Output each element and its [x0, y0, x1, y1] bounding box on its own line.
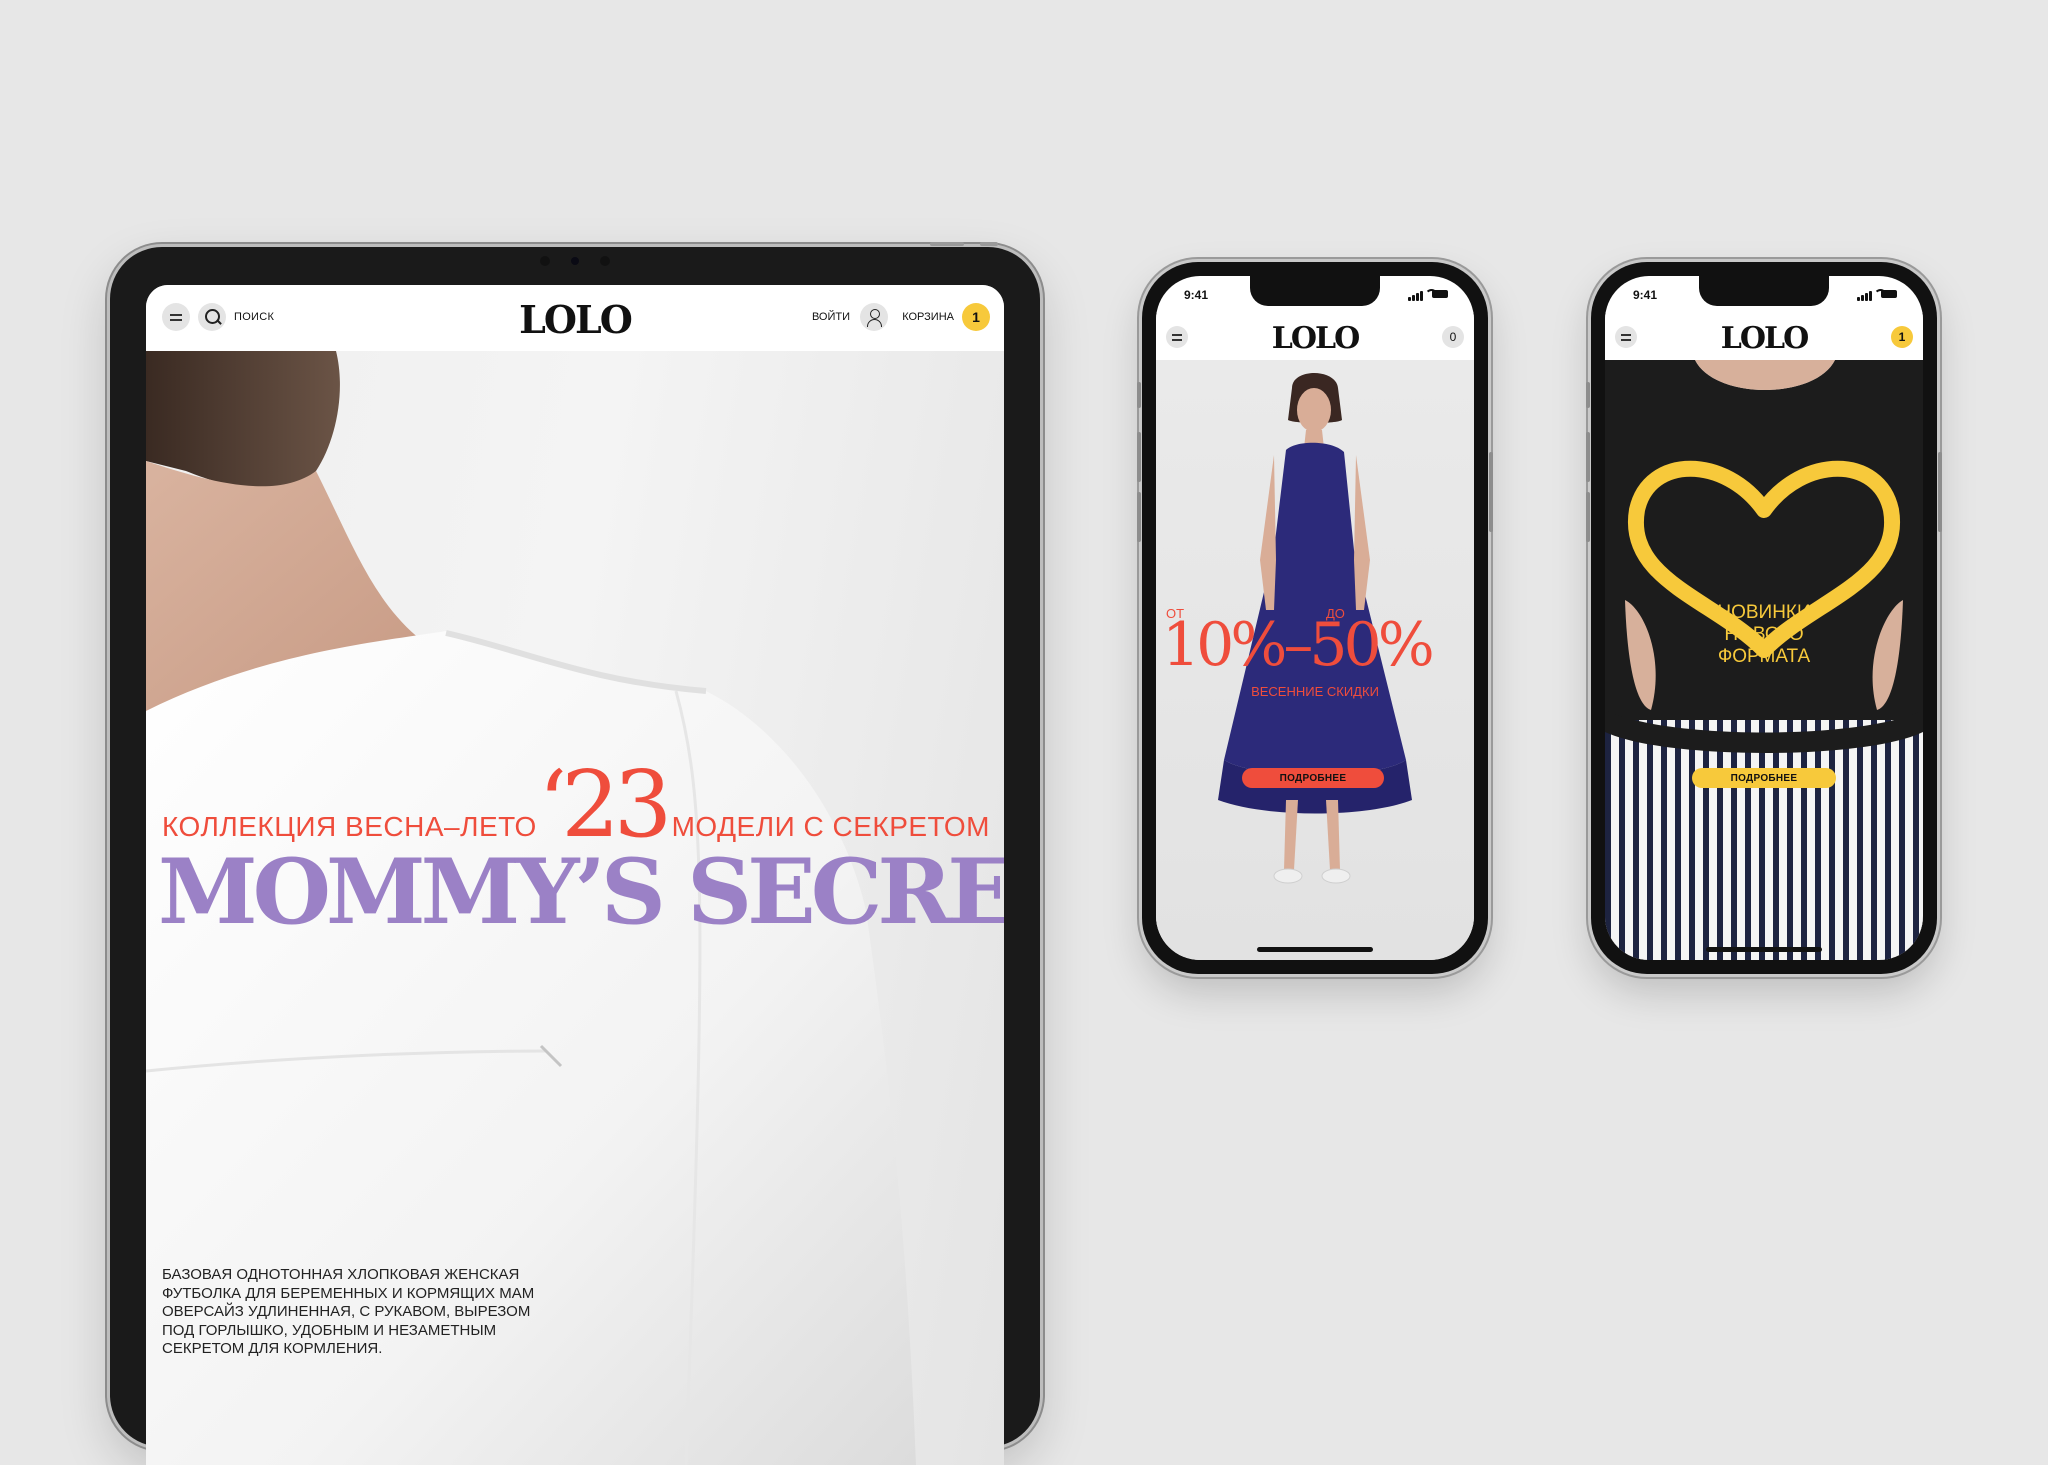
camera-icon: [571, 257, 579, 265]
tablet-header: ПОИСК LOLO ВОЙТИ КОРЗИНА 1: [146, 285, 1004, 351]
logo[interactable]: LOLO: [1605, 321, 1923, 356]
spring-sale-label: ВЕСЕННИЕ СКИДКИ: [1251, 684, 1379, 699]
status-icons: [1857, 289, 1897, 301]
cart-count-badge[interactable]: 1: [962, 303, 990, 331]
tablet-volume-button: [980, 242, 998, 246]
status-time: 9:41: [1633, 288, 1658, 302]
login-link[interactable]: ВОЙТИ: [812, 311, 850, 323]
user-icon[interactable]: [860, 303, 888, 331]
phone-volume-up: [1137, 432, 1141, 482]
phone-volume-up: [1586, 432, 1590, 482]
phone-volume-down: [1586, 492, 1590, 542]
details-button[interactable]: ПОДРОБНЕЕ: [1692, 768, 1836, 788]
battery-icon: [1432, 290, 1448, 298]
collection-title: MOMMY’S SECRET: [158, 839, 1004, 945]
phone-sale-device: 9:41 LOLO 0 ОТ ДО 10%–50% ВЕСЕННИЕ СКИДК…: [1137, 262, 1493, 974]
new-arrivals-banner[interactable]: НОВИНКИ НОВОГО ФОРМАТА ПОДРОБНЕЕ: [1605, 360, 1923, 960]
cart-count-badge[interactable]: 1: [1891, 326, 1913, 348]
phone-header: LOLO 0: [1156, 312, 1474, 360]
notch: [1250, 276, 1380, 306]
signal-icon: [1861, 295, 1864, 301]
status-icons: [1408, 289, 1448, 301]
phone-new-device: 9:41 LOLO 1 НОВИНКИ НОВОГО ФОРМАТА ПОДРО…: [1586, 262, 1942, 974]
battery-icon: [1881, 290, 1897, 298]
discount-range: 10%–50%: [1162, 610, 1435, 680]
signal-icon: [1420, 291, 1423, 301]
heading-line: ФОРМАТА: [1717, 646, 1811, 667]
phone-new-screen: 9:41 LOLO 1 НОВИНКИ НОВОГО ФОРМАТА ПОДРО…: [1605, 276, 1923, 960]
product-description: БАЗОВАЯ ОДНОТОННАЯ ХЛОПКОВАЯ ЖЕНСКАЯ ФУТ…: [162, 1266, 535, 1357]
phone-volume-down: [1137, 492, 1141, 542]
signal-icon: [1857, 297, 1860, 301]
phone-sale-screen: 9:41 LOLO 0 ОТ ДО 10%–50% ВЕСЕННИЕ СКИДК…: [1156, 276, 1474, 960]
phone-side-button: [1938, 452, 1942, 532]
heading-line: НОВИНКИ: [1717, 602, 1811, 623]
notch: [1699, 276, 1829, 306]
tablet-device: ПОИСК LOLO ВОЙТИ КОРЗИНА 1 КОЛЛЕКЦИЯ ВЕС…: [110, 242, 1040, 1465]
heading-line: НОВОГО: [1724, 624, 1804, 645]
logo[interactable]: LOLO: [1156, 321, 1474, 356]
phone-silent-switch: [1137, 382, 1141, 408]
signal-icon: [1865, 293, 1868, 301]
signal-icon: [1416, 293, 1419, 301]
sale-banner[interactable]: ОТ ДО 10%–50% ВЕСЕННИЕ СКИДКИ ПОДРОБНЕЕ: [1156, 360, 1474, 960]
tablet-screen: ПОИСК LOLO ВОЙТИ КОРЗИНА 1 КОЛЛЕКЦИЯ ВЕС…: [146, 285, 1004, 1465]
home-indicator[interactable]: [1257, 947, 1373, 952]
details-button[interactable]: ПОДРОБНЕЕ: [1242, 768, 1384, 788]
hero-banner[interactable]: КОЛЛЕКЦИЯ ВЕСНА–ЛЕТО ‘23 МОДЕЛИ С СЕКРЕТ…: [146, 351, 1004, 1465]
signal-icon: [1408, 297, 1411, 301]
signal-icon: [1869, 291, 1872, 301]
signal-icon: [1412, 295, 1415, 301]
tablet-power-button: [930, 242, 964, 246]
cart-link[interactable]: КОРЗИНА: [902, 311, 954, 323]
phone-silent-switch: [1586, 382, 1590, 408]
phone-header: LOLO 1: [1605, 312, 1923, 360]
status-time: 9:41: [1184, 288, 1209, 302]
cart-count-badge[interactable]: 0: [1442, 326, 1464, 348]
home-indicator[interactable]: [1706, 947, 1822, 952]
new-arrivals-heading: НОВИНКИ НОВОГО ФОРМАТА: [1689, 602, 1839, 668]
phone-side-button: [1489, 452, 1493, 532]
